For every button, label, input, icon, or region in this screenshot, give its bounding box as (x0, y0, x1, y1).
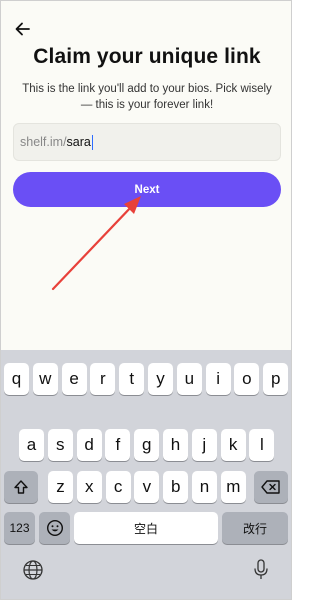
emoji-icon (46, 519, 63, 537)
back-button[interactable] (13, 19, 33, 39)
space-key[interactable]: 空白 (74, 512, 218, 544)
emoji-key[interactable] (39, 512, 70, 544)
key-f[interactable]: f (105, 429, 131, 461)
key-i[interactable]: i (205, 363, 231, 395)
text-caret (91, 134, 94, 150)
link-prefix: shelf.im/ (20, 135, 67, 149)
key-t[interactable]: t (119, 363, 145, 395)
key-q[interactable]: q (4, 363, 29, 395)
key-z[interactable]: z (48, 471, 73, 503)
key-g[interactable]: g (134, 429, 160, 461)
key-w[interactable]: w (32, 363, 58, 395)
key-u[interactable]: u (176, 363, 202, 395)
key-r[interactable]: r (90, 363, 116, 395)
key-v[interactable]: v (134, 471, 160, 503)
link-value: sara (66, 135, 91, 149)
next-button[interactable]: Next (13, 172, 281, 207)
key-j[interactable]: j (191, 429, 217, 461)
shift-key[interactable] (4, 471, 38, 503)
delete-key[interactable] (254, 471, 288, 503)
numbers-key[interactable]: 123 (4, 512, 35, 544)
key-k[interactable]: k (220, 429, 246, 461)
key-e[interactable]: e (61, 363, 87, 395)
key-y[interactable]: y (148, 363, 173, 395)
key-p[interactable]: p (263, 363, 289, 395)
key-l[interactable]: l (249, 429, 275, 461)
key-b[interactable]: b (163, 471, 189, 503)
globe-icon[interactable] (22, 559, 44, 581)
key-m[interactable]: m (220, 471, 246, 503)
key-n[interactable]: n (192, 471, 217, 503)
key-d[interactable]: d (76, 429, 102, 461)
shift-icon (14, 480, 28, 494)
key-s[interactable]: s (47, 429, 73, 461)
page-subtitle: This is the link you'll add to your bios… (22, 83, 272, 111)
page-title: Claim your unique link (33, 45, 261, 68)
microphone-icon[interactable] (252, 558, 270, 582)
key-c[interactable]: c (105, 471, 131, 503)
on-screen-keyboard: qwertyuiop asdfghjkl zxcvbnm 123 空白 改行 (1, 350, 291, 599)
key-o[interactable]: o (234, 363, 260, 395)
key-h[interactable]: h (163, 429, 188, 461)
link-input[interactable]: shelf.im/ sara (13, 123, 281, 161)
backspace-icon (261, 480, 280, 494)
return-key[interactable]: 改行 (222, 512, 288, 544)
key-x[interactable]: x (76, 471, 102, 503)
app-screen: Claim your unique link This is the link … (0, 0, 292, 600)
arrow-left-icon (15, 22, 30, 36)
key-a[interactable]: a (19, 429, 44, 461)
